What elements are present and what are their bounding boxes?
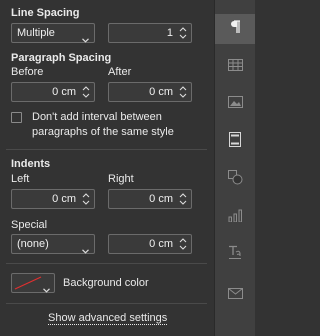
image-settings-tab[interactable] — [215, 89, 255, 119]
background-color-label: Background color — [63, 277, 149, 289]
line-spacing-mode-value: Multiple — [17, 27, 55, 39]
special-indent-value: 0 cm — [149, 238, 173, 250]
spinner-arrows-icon[interactable] — [178, 191, 188, 207]
chart-settings-tab[interactable] — [215, 203, 255, 233]
chevron-down-icon — [82, 241, 89, 259]
line-spacing-value: 1 — [166, 27, 173, 39]
indent-left-label: Left — [11, 173, 30, 185]
chevron-down-icon — [82, 30, 89, 48]
after-label: After — [108, 66, 132, 78]
mail-merge-icon — [227, 286, 243, 304]
line-spacing-heading: Line Spacing — [11, 7, 80, 19]
header-footer-settings-tab[interactable] — [215, 127, 255, 157]
paragraph-spacing-heading: Paragraph Spacing — [11, 52, 112, 64]
spacing-after-value: 0 cm — [149, 86, 173, 98]
line-spacing-value-field[interactable]: 1 — [108, 23, 192, 43]
table-icon — [227, 58, 243, 76]
text-art-settings-tab[interactable] — [215, 240, 255, 270]
indent-right-value: 0 cm — [149, 193, 173, 205]
special-label: Special — [11, 219, 48, 231]
spacing-after-field[interactable]: 0 cm — [108, 82, 192, 102]
spacing-before-field[interactable]: 0 cm — [11, 82, 95, 102]
before-label: Before — [11, 66, 44, 78]
spinner-arrows-icon[interactable] — [178, 25, 188, 41]
mail-merge-settings-tab[interactable] — [215, 280, 255, 310]
table-settings-tab[interactable] — [215, 52, 255, 82]
indent-left-value: 0 cm — [52, 193, 76, 205]
spinner-arrows-icon[interactable] — [178, 236, 188, 252]
indent-right-label: Right — [108, 173, 134, 185]
no-interval-label-line2: paragraphs of the same style — [32, 126, 174, 138]
background-color-button[interactable] — [11, 273, 55, 293]
line-spacing-mode-select[interactable]: Multiple — [11, 23, 95, 43]
indent-right-field[interactable]: 0 cm — [108, 189, 192, 209]
paragraph-icon — [229, 19, 241, 39]
image-icon — [227, 95, 243, 113]
divider — [6, 263, 207, 264]
indents-heading: Indents — [11, 158, 51, 170]
spinner-arrows-icon[interactable] — [178, 84, 188, 100]
right-tool-rail — [214, 0, 255, 336]
paragraph-settings-panel: Line Spacing Multiple 1 Paragraph Spacin… — [0, 0, 214, 336]
paragraph-settings-tab[interactable] — [215, 14, 255, 44]
text-art-icon — [228, 245, 242, 265]
show-advanced-settings-link[interactable]: Show advanced settings — [48, 312, 167, 324]
no-interval-label-line1: Don't add interval between — [32, 111, 162, 123]
divider — [6, 303, 207, 304]
special-indent-field[interactable]: 0 cm — [108, 234, 192, 254]
spinner-arrows-icon[interactable] — [81, 84, 91, 100]
indent-left-field[interactable]: 0 cm — [11, 189, 95, 209]
spacing-before-value: 0 cm — [52, 86, 76, 98]
special-indent-mode-value: (none) — [17, 238, 49, 250]
no-interval-checkbox[interactable] — [11, 112, 22, 123]
special-indent-select[interactable]: (none) — [11, 234, 95, 254]
divider — [6, 149, 207, 150]
chevron-down-icon — [43, 280, 50, 298]
no-fill-swatch-icon — [14, 276, 42, 290]
shape-settings-tab[interactable] — [215, 165, 255, 195]
chart-icon — [228, 209, 243, 227]
spinner-arrows-icon[interactable] — [81, 191, 91, 207]
shape-icon — [227, 170, 243, 190]
header-footer-icon — [229, 132, 241, 152]
